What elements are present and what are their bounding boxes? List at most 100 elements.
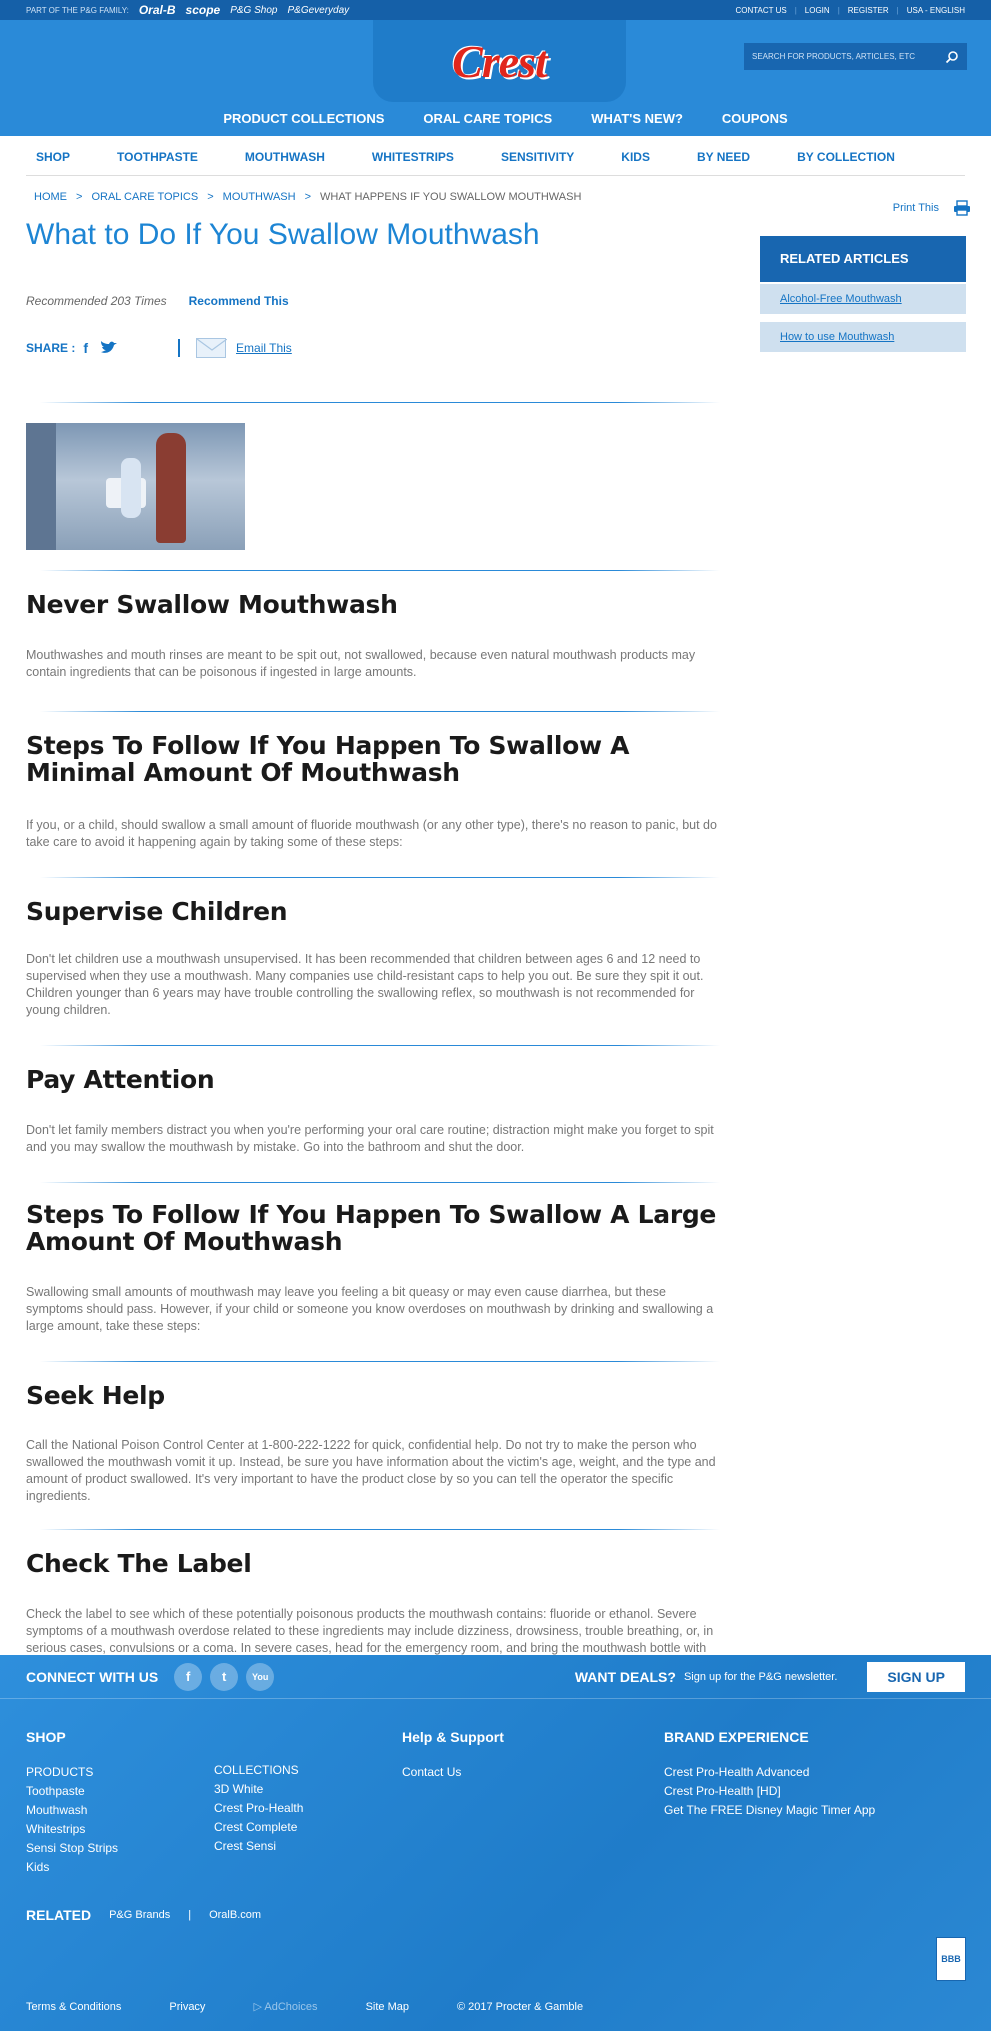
footer-link[interactable]: Get The FREE Disney Magic Timer App xyxy=(664,1803,875,1818)
footer-link[interactable]: Crest Pro-Health [HD] xyxy=(664,1784,875,1799)
brand-scope[interactable]: scope xyxy=(186,3,221,17)
printer-icon[interactable] xyxy=(953,200,971,216)
oralb-link[interactable]: OralB.com xyxy=(209,1909,261,1921)
section-body: Don't let children use a mouthwash unsup… xyxy=(26,952,704,1017)
category-nav: SHOP TOOTHPASTE MOUTHWASH WHITESTRIPS SE… xyxy=(26,136,965,176)
footer-related-title: RELATED xyxy=(26,1907,92,1923)
legal-links: Terms & Conditions Privacy ▷ AdChoices S… xyxy=(26,2000,583,2014)
adchoices-link[interactable]: ▷ AdChoices xyxy=(253,2000,317,2013)
sign-up-button[interactable]: SIGN UP xyxy=(867,1661,965,1692)
terms-link[interactable]: Terms & Conditions xyxy=(26,2001,121,2013)
locale-link[interactable]: USA - ENGLISH xyxy=(907,6,965,15)
contact-us-link[interactable]: Contact Us xyxy=(402,1765,504,1780)
brand-pg-shop[interactable]: P&G Shop xyxy=(230,5,277,16)
search-box xyxy=(744,43,967,70)
recommend-link[interactable]: Recommend This xyxy=(189,294,289,308)
footer-link[interactable]: Crest Pro-Health xyxy=(214,1801,303,1816)
footer-link[interactable]: Sensi Stop Strips xyxy=(26,1841,118,1856)
footer-shop-title: SHOP xyxy=(26,1729,66,1745)
footer-related: RELATED P&G Brands | OralB.com xyxy=(26,1907,261,1923)
subnav-shop[interactable]: SHOP xyxy=(36,150,70,175)
section-body: Call the National Poison Control Center … xyxy=(26,1438,716,1503)
twitter-icon[interactable]: t xyxy=(210,1662,239,1691)
footer-link[interactable]: Crest Sensi xyxy=(214,1839,303,1854)
footer-collections-title[interactable]: COLLECTIONS xyxy=(214,1763,303,1778)
recommend-bar: Recommended 203 Times Recommend This xyxy=(26,294,720,308)
brand-pg-everyday[interactable]: P&Geveryday xyxy=(287,5,349,16)
footer-link[interactable]: Toothpaste xyxy=(26,1784,118,1799)
footer-help-title: Help & Support xyxy=(402,1729,504,1745)
related-articles: RELATED ARTICLES Alcohol-Free Mouthwash … xyxy=(760,236,966,352)
pg-family-bar: PART OF THE P&G FAMILY: Oral-B scope P&G… xyxy=(0,0,991,20)
separator: | xyxy=(896,5,899,15)
account-links: CONTACT US | LOGIN | REGISTER | USA - EN… xyxy=(735,6,965,15)
envelope-icon[interactable] xyxy=(196,338,228,358)
nav-oral-care-topics[interactable]: ORAL CARE TOPICS xyxy=(423,111,552,126)
footer-link[interactable]: 3D White xyxy=(214,1782,303,1797)
recommend-count: Recommended 203 Times xyxy=(26,294,167,308)
section-body: Swallowing small amounts of mouthwash ma… xyxy=(26,1284,714,1333)
nav-coupons[interactable]: COUPONS xyxy=(722,111,788,126)
breadcrumb-mouthwash[interactable]: MOUTHWASH xyxy=(223,191,296,203)
subnav-sensitivity[interactable]: SENSITIVITY xyxy=(501,150,574,175)
separator: | xyxy=(188,1909,192,1921)
related-article-item[interactable]: Alcohol-Free Mouthwash xyxy=(760,284,966,314)
divider xyxy=(40,570,720,571)
facebook-icon[interactable]: f xyxy=(83,340,88,356)
nav-product-collections[interactable]: PRODUCT COLLECTIONS xyxy=(223,111,384,126)
sitemap-link[interactable]: Site Map xyxy=(366,2001,409,2013)
footer-link[interactable]: Whitestrips xyxy=(26,1822,118,1837)
section-heading: Steps To Follow If You Happen To Swallow… xyxy=(26,1199,717,1256)
section-heading: Never Swallow Mouthwash xyxy=(26,590,398,619)
youtube-icon[interactable]: You xyxy=(246,1662,275,1691)
adchoices-label: AdChoices xyxy=(264,2001,318,2013)
main-nav: PRODUCT COLLECTIONS ORAL CARE TOPICS WHA… xyxy=(0,111,991,126)
register-link[interactable]: REGISTER xyxy=(848,6,889,15)
search-input[interactable] xyxy=(752,52,932,61)
print-link[interactable]: Print This xyxy=(893,202,939,214)
section-heading: Supervise Children xyxy=(26,896,288,926)
site-footer: CONNECT WITH US f t You WANT DEALS? Sign… xyxy=(0,1655,991,2031)
crest-logo[interactable]: Crest xyxy=(452,35,548,88)
search-icon[interactable] xyxy=(945,50,959,64)
subnav-by-need[interactable]: BY NEED xyxy=(697,150,750,175)
connect-bar: CONNECT WITH US f t You WANT DEALS? Sign… xyxy=(0,1655,991,1699)
share-bar: SHARE : f Email This xyxy=(26,338,720,358)
subnav-by-collection[interactable]: BY COLLECTION xyxy=(797,150,895,175)
related-article-link[interactable]: Alcohol-Free Mouthwash xyxy=(780,293,902,305)
subnav-whitestrips[interactable]: WHITESTRIPS xyxy=(372,150,454,175)
section-heading: Steps To Follow If You Happen To Swallow… xyxy=(26,730,630,787)
privacy-link[interactable]: Privacy xyxy=(169,2001,205,2013)
twitter-icon[interactable] xyxy=(100,341,118,355)
footer-brand-title: BRAND EXPERIENCE xyxy=(664,1729,809,1745)
breadcrumb-home[interactable]: HOME xyxy=(34,191,67,203)
print-control: Print This xyxy=(893,200,971,216)
footer-link[interactable]: Kids xyxy=(26,1860,118,1875)
footer-link[interactable]: Mouthwash xyxy=(26,1803,118,1818)
logo-tab: Crest xyxy=(373,20,626,102)
related-article-item[interactable]: How to use Mouthwash xyxy=(760,322,966,352)
separator: | xyxy=(794,5,797,15)
bbb-badge[interactable]: BBB xyxy=(936,1937,966,1981)
related-article-link[interactable]: How to use Mouthwash xyxy=(780,331,894,343)
footer-products-title[interactable]: PRODUCTS xyxy=(26,1765,118,1780)
breadcrumb-separator: > xyxy=(304,191,312,203)
breadcrumb-oral-care-topics[interactable]: ORAL CARE TOPICS xyxy=(91,191,198,203)
connect-label: CONNECT WITH US xyxy=(26,1668,159,1685)
footer-link[interactable]: Crest Pro-Health Advanced xyxy=(664,1765,875,1780)
subnav-toothpaste[interactable]: TOOTHPASTE xyxy=(117,150,198,175)
contact-us-link[interactable]: CONTACT US xyxy=(735,6,786,15)
family-brands: PART OF THE P&G FAMILY: Oral-B scope P&G… xyxy=(26,3,349,17)
subnav-kids[interactable]: KIDS xyxy=(621,150,650,175)
login-link[interactable]: LOGIN xyxy=(805,6,830,15)
brand-oralb[interactable]: Oral-B xyxy=(139,3,176,17)
pg-brands-link[interactable]: P&G Brands xyxy=(109,1909,170,1921)
facebook-icon[interactable]: f xyxy=(174,1662,203,1691)
breadcrumb-separator: > xyxy=(207,191,214,203)
subnav-mouthwash[interactable]: MOUTHWASH xyxy=(245,150,325,175)
nav-whats-new[interactable]: WHAT'S NEW? xyxy=(591,111,683,126)
breadcrumb-separator: > xyxy=(76,191,83,203)
email-link[interactable]: Email This xyxy=(236,341,292,355)
newsletter: WANT DEALS? Sign up for the P&G newslett… xyxy=(575,1661,965,1692)
footer-link[interactable]: Crest Complete xyxy=(214,1820,303,1835)
